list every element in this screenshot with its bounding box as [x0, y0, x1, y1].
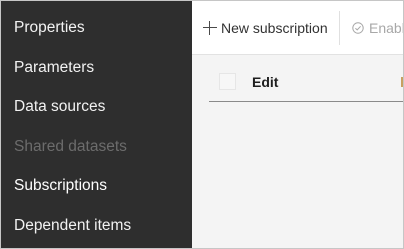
- header-divider: [209, 101, 403, 102]
- toolbar-divider: [339, 11, 340, 45]
- sidebar-item-dependent-items[interactable]: Dependent items: [14, 217, 131, 235]
- sidebar-item-parameters[interactable]: Parameters: [14, 59, 94, 77]
- enable-label: Enable: [369, 20, 403, 36]
- subscriptions-table-header: Edit: [192, 55, 403, 103]
- column-header-edit: Edit: [252, 74, 279, 90]
- new-subscription-label: New subscription: [221, 20, 328, 36]
- main-content: New subscription Enable Edit: [192, 1, 403, 248]
- select-all-checkbox[interactable]: [219, 73, 236, 90]
- column-header-next-edge: [401, 77, 403, 87]
- sidebar-item-data-sources[interactable]: Data sources: [14, 98, 105, 116]
- enable-button[interactable]: Enable: [352, 17, 403, 39]
- new-subscription-button[interactable]: New subscription: [203, 17, 328, 39]
- plus-icon: [203, 21, 217, 35]
- sidebar: Properties Parameters Data sources Share…: [1, 1, 192, 248]
- check-circle-icon: [352, 22, 364, 34]
- sidebar-item-properties[interactable]: Properties: [14, 19, 85, 37]
- app-frame: Properties Parameters Data sources Share…: [0, 0, 404, 249]
- sidebar-item-shared-datasets: Shared datasets: [14, 138, 127, 155]
- sidebar-item-subscriptions[interactable]: Subscriptions: [14, 177, 107, 195]
- toolbar: New subscription Enable: [192, 1, 403, 55]
